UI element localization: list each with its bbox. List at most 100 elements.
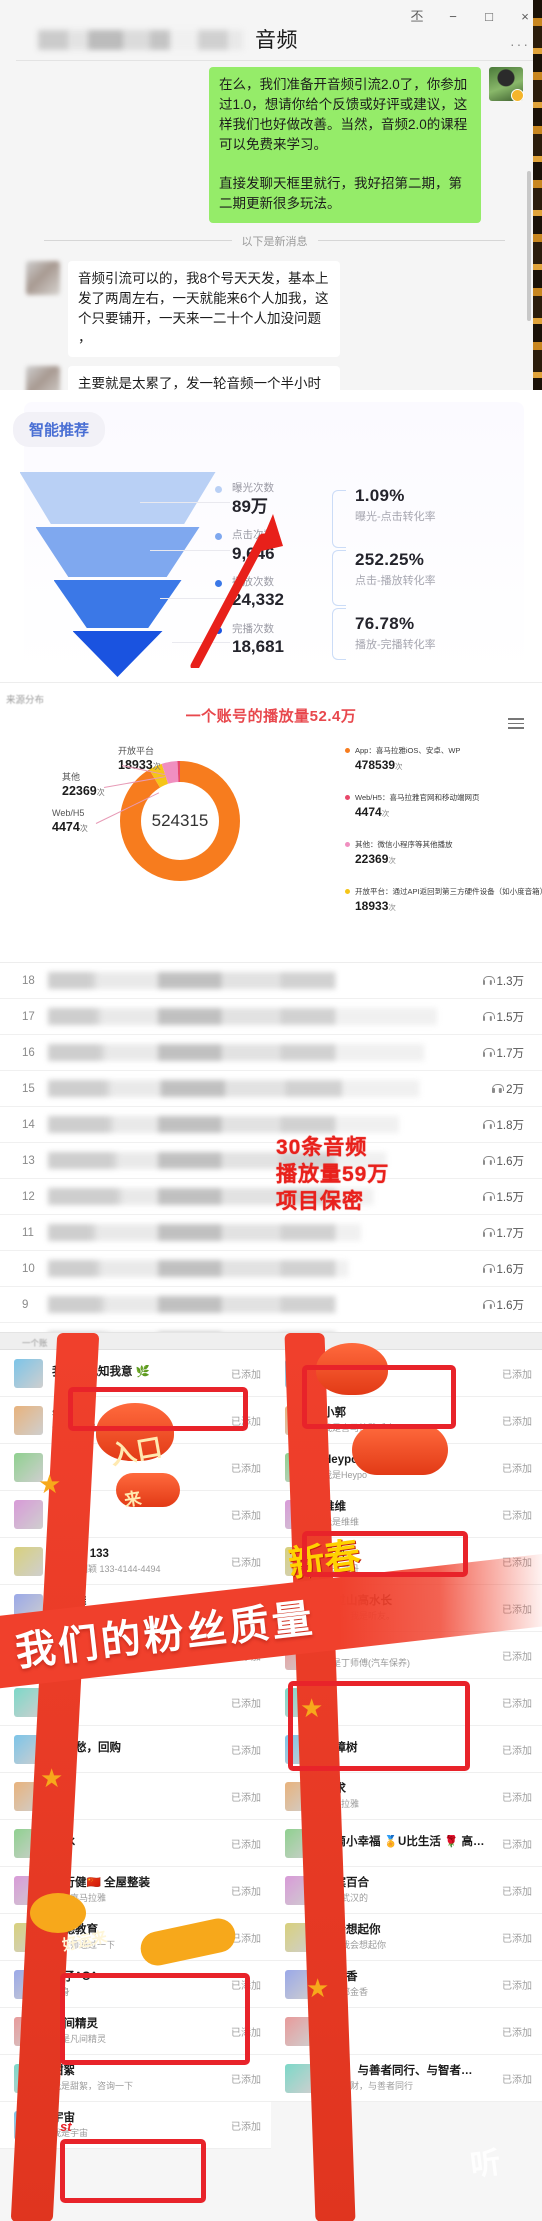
list-item[interactable]: 甜絮 我是甜絮，咨询一下 已添加	[0, 2055, 271, 2102]
avatar[interactable]	[14, 1358, 43, 1388]
avatar[interactable]	[14, 2016, 43, 2046]
list-item[interactable]: 已添加	[0, 1679, 271, 1726]
avatar[interactable]	[285, 1875, 314, 1905]
contact-name: 宇宙	[52, 2111, 75, 2124]
avatar[interactable]	[14, 2063, 43, 2093]
avatar[interactable]	[285, 2016, 314, 2046]
chat-scrollbar[interactable]	[527, 171, 531, 321]
table-row[interactable]: 13 1.6万	[0, 1143, 542, 1179]
list-item[interactable]: 我是南风知我意 🌿 已添加	[0, 1350, 271, 1397]
list-item[interactable]: spring# 你好，喜马拉雅的听众 已添加	[0, 1397, 271, 1444]
avatar[interactable]	[14, 1687, 43, 1717]
table-row[interactable]: 9 1.6万	[0, 1287, 542, 1323]
list-item[interactable]: 已添加	[271, 1679, 542, 1726]
list-item[interactable]: 竞丹 我是竞丹 已添加	[271, 1538, 542, 1585]
avatar[interactable]	[14, 1875, 43, 1905]
table-row[interactable]: 17 1.5万	[0, 999, 542, 1035]
avatar[interactable]	[14, 1405, 43, 1435]
contact-name: 曲子^O^	[52, 1970, 98, 1983]
avatar[interactable]	[285, 1358, 314, 1388]
list-item[interactable]: 睿德教育 请老师通过一下 已添加	[0, 1914, 271, 1961]
avatar[interactable]	[285, 1593, 314, 1623]
list-item[interactable]: 朱玥颖 133 我是朱玥颖 133-4144-4494 已添加	[0, 1538, 271, 1585]
avatar[interactable]	[285, 1687, 314, 1717]
table-row[interactable]: 15 2万	[0, 1071, 542, 1107]
avatar[interactable]	[285, 1452, 314, 1482]
contact-list-right[interactable]: 南风知 我是南风 已添加 小郭 我是喜马拉雅听众 已添加 Heypo 我是Heypo 已添加 维维…	[271, 1350, 542, 2102]
pin-button[interactable]: 丕	[410, 10, 424, 24]
contact-name: 添财，与善者同行、与智者…	[323, 2064, 473, 2077]
avatar[interactable]	[14, 1499, 43, 1529]
rank-list[interactable]: 18 1.3万 17 1.5万 16 1.7万 15 2万 14 1.8万 13 1.6万 12 1.5万…	[0, 963, 542, 1332]
contact-name: 睿德教育	[52, 1923, 98, 1936]
table-row[interactable]: 18 1.3万	[0, 963, 542, 999]
list-item[interactable]: 小郭 我是喜马拉雅听众 已添加	[271, 1397, 542, 1444]
table-row[interactable]: 12 1.5万	[0, 1179, 542, 1215]
avatar-self[interactable]	[489, 67, 524, 102]
list-item[interactable]: 单单已添加	[271, 2008, 542, 2055]
list-item[interactable]: 程 134 程1343 已添加	[0, 1491, 271, 1538]
list-item[interactable]: 香樟树 已添加	[271, 1726, 542, 1773]
contact-list-left[interactable]: 我是南风知我意 🌿 已添加 spring# 你好，喜马拉雅的听众 已添加 hyf 我是hyf…	[0, 1350, 271, 2149]
avatar[interactable]	[14, 1640, 43, 1670]
avatar-contact[interactable]	[26, 366, 60, 390]
table-row[interactable]: 11 1.7万	[0, 1215, 542, 1251]
list-item[interactable]: 已添加	[0, 1632, 271, 1679]
avatar[interactable]	[285, 1546, 314, 1576]
avatar[interactable]	[285, 1734, 314, 1764]
list-item[interactable]: 〇完愁，回购 已添加	[0, 1726, 271, 1773]
table-row[interactable]: 81.7万	[0, 1323, 542, 1332]
contact-greeting: 我是张卫雄	[52, 1610, 98, 1621]
list-item[interactable]: 我会想起你 我是我会想起你 已添加	[271, 1914, 542, 1961]
list-item[interactable]: hyf 我是hyf 已添加	[0, 1444, 271, 1491]
list-item[interactable]: 南风知 我是南风 已添加	[271, 1350, 542, 1397]
table-row[interactable]: 14 1.8万	[0, 1107, 542, 1143]
close-button[interactable]: ×	[518, 10, 532, 24]
avatar[interactable]	[285, 1969, 314, 1999]
avatar[interactable]	[285, 1781, 314, 1811]
list-item[interactable]: 冰冰 已添加	[0, 1820, 271, 1867]
list-item[interactable]: 宇宙 我是宇宙 已添加	[0, 2102, 271, 2149]
avatar[interactable]	[14, 1734, 43, 1764]
list-item[interactable]: Heypo 我是Heypo 已添加	[271, 1444, 542, 1491]
avatar[interactable]	[285, 1922, 314, 1952]
avatar[interactable]	[285, 1499, 314, 1529]
avatar[interactable]	[14, 1969, 43, 1999]
list-item[interactable]: 曲子^O^ 全身 已添加	[0, 1961, 271, 2008]
list-item[interactable]: 维维 我是维维 已添加	[271, 1491, 542, 1538]
contacts-column-right[interactable]: 一个账 南风知 我是南风 已添加 小郭 我是喜马拉雅听众 已添加 Heypo 我是Heypo 已…	[271, 1333, 542, 2221]
list-item[interactable]: 凡间精灵 我是凡间精灵 已添加	[0, 2008, 271, 2055]
avatar-contact[interactable]	[26, 260, 60, 295]
table-row[interactable]: 10 1.6万	[0, 1251, 542, 1287]
hamburger-icon[interactable]	[508, 715, 524, 732]
avatar[interactable]	[14, 1452, 43, 1482]
list-item[interactable]: 已添加	[0, 1773, 271, 1820]
contacts-column-left[interactable]: 一个账 我是南风知我意 🌿 已添加 spring# 你好，喜马拉雅的听众 已添加 hyf 我…	[0, 1333, 271, 2221]
maximize-button[interactable]: □	[482, 10, 496, 24]
message-list[interactable]: 在么，我们准备开音频引流2.0了，你参加过1.0，想请你给个反馈或好评或建议，这…	[16, 61, 533, 390]
audio-title-blurred	[48, 1152, 471, 1169]
list-item[interactable]: 刘我是丁师傅(汽车保养) 已添加	[271, 1632, 542, 1679]
list-item[interactable]: 越过山高水长 你好，我是听友。 已添加	[271, 1585, 542, 1632]
avatar[interactable]	[14, 1546, 43, 1576]
avatar[interactable]	[285, 1828, 314, 1858]
avatar[interactable]	[14, 1922, 43, 1952]
rank-number: 15	[22, 1082, 35, 1095]
avatar[interactable]	[285, 1405, 314, 1435]
list-item[interactable]: 天行健🇨🇳 全屋整装 我是喜马拉雅 已添加	[0, 1867, 271, 1914]
avatar[interactable]	[285, 1640, 314, 1670]
list-item[interactable]: 咱滴小幸福 🏅U比生活 🌹 高… 已添加	[271, 1820, 542, 1867]
avatar[interactable]	[14, 1828, 43, 1858]
list-item[interactable]: 追求 喜马拉雅 已添加	[271, 1773, 542, 1820]
avatar[interactable]	[14, 1781, 43, 1811]
list-item[interactable]: 张卫雄 我是张卫雄 已添加	[0, 1585, 271, 1632]
table-row[interactable]: 16 1.7万	[0, 1035, 542, 1071]
list-item[interactable]: 郁金香 我是郁金香 已添加	[271, 1961, 542, 2008]
avatar[interactable]	[14, 1593, 43, 1623]
list-item[interactable]: 添财，与善者同行、与智者… 我是添财，与善者同行 已添加	[271, 2055, 542, 2102]
avatar[interactable]	[285, 2063, 314, 2093]
list-item[interactable]: 香槟百合 我是武汉的 已添加	[271, 1867, 542, 1914]
minimize-button[interactable]: −	[446, 10, 460, 24]
more-options-icon[interactable]: ···	[510, 36, 530, 52]
avatar[interactable]	[14, 2110, 43, 2140]
